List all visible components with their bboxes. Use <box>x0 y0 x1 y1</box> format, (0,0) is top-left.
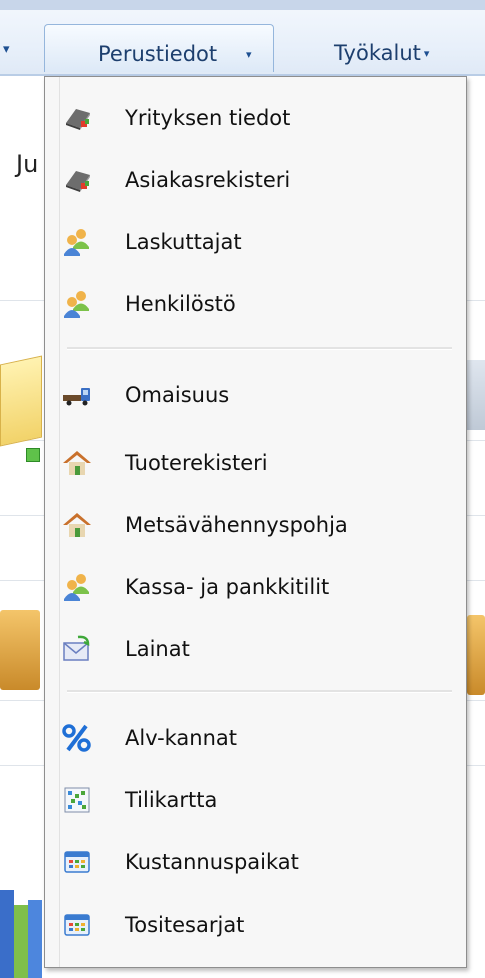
menu-separator <box>67 347 452 350</box>
users-icon <box>62 572 92 602</box>
menu-item-label: Kustannuspaikat <box>125 850 299 874</box>
house-icon <box>62 448 92 478</box>
green-marker <box>26 448 40 462</box>
menu-tab-tyokalut[interactable]: Työkalut ▾ <box>334 41 429 65</box>
menu-item-label: Kassa- ja pankkitilit <box>125 575 330 599</box>
menu-item-label: Tositesarjat <box>125 913 245 937</box>
table-icon <box>62 847 92 877</box>
percent-icon <box>62 723 92 753</box>
menu-item-metsavahennyspohja[interactable]: Metsävähennyspohja <box>45 497 466 555</box>
menu-tab-label: Perustiedot <box>98 42 218 66</box>
menu-item-label: Lainat <box>125 637 190 661</box>
menu-item-label: Tuoterekisteri <box>125 451 268 475</box>
perustiedot-dropdown-menu: Yrityksen tiedot Asiakasrekisteri Laskut… <box>44 76 467 968</box>
menu-item-label: Yrityksen tiedot <box>125 106 291 130</box>
menu-item-tuoterekisteri[interactable]: Tuoterekisteri <box>45 435 466 493</box>
menu-bar: ▾ Perustiedot ▾ Työkalut ▾ <box>0 0 485 76</box>
menu-item-henkilosto[interactable]: Henkilöstö <box>45 276 466 334</box>
menu-bar-top-strip <box>0 0 485 10</box>
menu-item-label: Asiakasrekisteri <box>125 168 291 192</box>
mail-icon <box>62 634 92 664</box>
menu-item-label: Laskuttajat <box>125 230 242 254</box>
menu-item-label: Metsävähennyspohja <box>125 513 348 537</box>
menu-item-label: Henkilöstö <box>125 292 236 316</box>
menu-item-lainat[interactable]: Lainat <box>45 621 466 679</box>
menu-item-tilikartta[interactable]: Tilikartta <box>45 772 466 830</box>
menu-separator <box>67 690 452 693</box>
menu-item-asiakasrekisteri[interactable]: Asiakasrekisteri <box>45 152 466 210</box>
previous-menu-caret-icon[interactable]: ▾ <box>3 42 10 57</box>
truck-icon <box>62 380 92 410</box>
chart-bar <box>14 905 28 978</box>
menu-tab-label: Työkalut <box>334 41 421 65</box>
chart-bar <box>0 890 14 978</box>
house-icon <box>62 510 92 540</box>
chart-grid-icon <box>62 785 92 815</box>
menu-item-tositesarjat[interactable]: Tositesarjat <box>45 897 466 955</box>
background-heading-fragment: Ju <box>16 150 39 178</box>
table-icon <box>62 910 92 940</box>
menu-item-label: Alv-kannat <box>125 726 238 750</box>
users-icon <box>62 227 92 257</box>
book-icon <box>62 103 92 133</box>
chevron-down-icon: ▾ <box>423 47 430 60</box>
menu-item-alv-kannat[interactable]: Alv-kannat <box>45 710 466 768</box>
menu-item-omaisuus[interactable]: Omaisuus <box>45 367 466 425</box>
chevron-down-icon: ▾ <box>246 48 252 61</box>
menu-item-yrityksen-tiedot[interactable]: Yrityksen tiedot <box>45 90 466 148</box>
chart-bar <box>28 900 42 978</box>
panel-illustration <box>467 360 485 430</box>
menu-item-label: Tilikartta <box>125 788 218 812</box>
book-icon <box>62 165 92 195</box>
menu-item-kustannuspaikat[interactable]: Kustannuspaikat <box>45 834 466 892</box>
users-icon <box>62 289 92 319</box>
menu-item-laskuttajat[interactable]: Laskuttajat <box>45 214 466 272</box>
notepad-illustration <box>0 355 42 447</box>
menu-item-label: Omaisuus <box>125 383 230 407</box>
menu-tab-perustiedot[interactable]: Perustiedot ▾ <box>44 24 274 72</box>
box-illustration <box>467 615 485 695</box>
box-illustration <box>0 610 40 690</box>
menu-item-kassa-ja-pankkitilit[interactable]: Kassa- ja pankkitilit <box>45 559 466 617</box>
